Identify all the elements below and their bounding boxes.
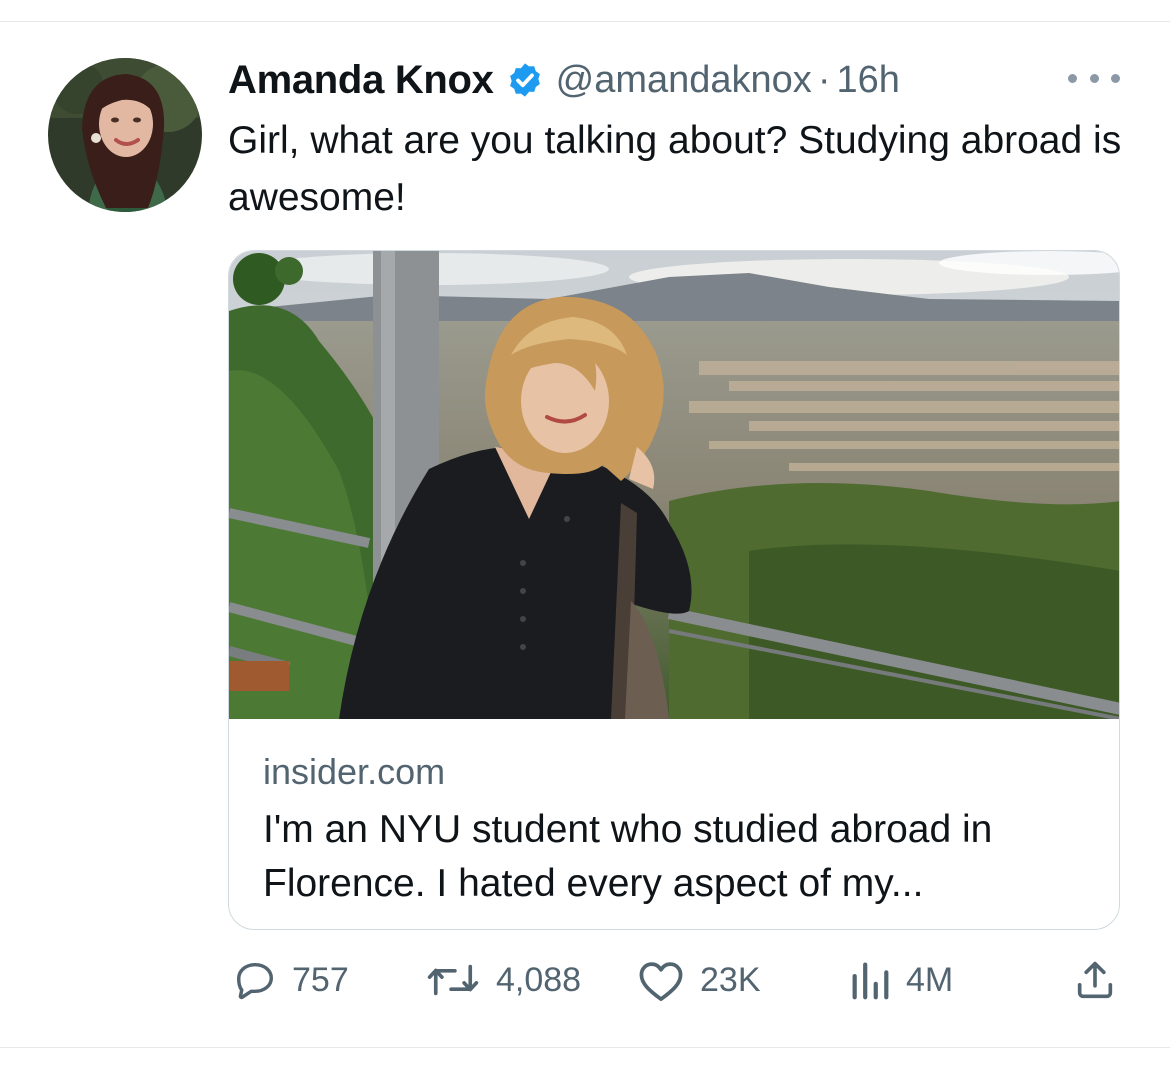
more-icon[interactable]	[1068, 64, 1120, 92]
retweet-icon	[427, 964, 479, 996]
link-card-image	[229, 251, 1119, 719]
header-separator: ·	[817, 58, 831, 101]
verified-badge-icon	[509, 63, 540, 97]
reply-icon	[236, 962, 274, 1000]
views-button[interactable]: 4M	[848, 952, 953, 1008]
views-count: 4M	[906, 960, 954, 999]
link-card-domain: insider.com	[263, 751, 446, 792]
retweet-button[interactable]: 4,088	[424, 952, 581, 1008]
author-avatar[interactable]	[48, 58, 202, 212]
tweet-text: Girl, what are you talking about? Studyi…	[228, 119, 1122, 219]
author-name[interactable]: Amanda Knox	[228, 58, 494, 103]
reply-count: 757	[292, 960, 349, 999]
author-handle[interactable]: @amandaknox	[556, 59, 812, 102]
link-card-title: I'm an NYU student who studied abroad in…	[263, 808, 993, 905]
share-icon	[1077, 961, 1113, 999]
retweet-count: 4,088	[496, 960, 582, 999]
reply-button[interactable]: 757	[232, 952, 349, 1008]
avatar-photo	[48, 58, 202, 212]
tweet-timestamp[interactable]: 16h	[836, 59, 899, 102]
link-card[interactable]: insider.com I'm an NYU student who studi…	[228, 250, 1120, 930]
like-count: 23K	[700, 960, 761, 999]
top-divider	[0, 21, 1170, 22]
share-button[interactable]	[1072, 952, 1118, 1008]
tweet-action-bar: 757 4,088 23K 4M	[228, 952, 1120, 1008]
heart-icon	[639, 962, 683, 1002]
views-icon	[852, 962, 889, 1000]
tweet-header: Amanda Knox @amandaknox · 16h	[228, 52, 900, 108]
bottom-divider	[0, 1047, 1170, 1048]
like-button[interactable]: 23K	[636, 952, 761, 1008]
